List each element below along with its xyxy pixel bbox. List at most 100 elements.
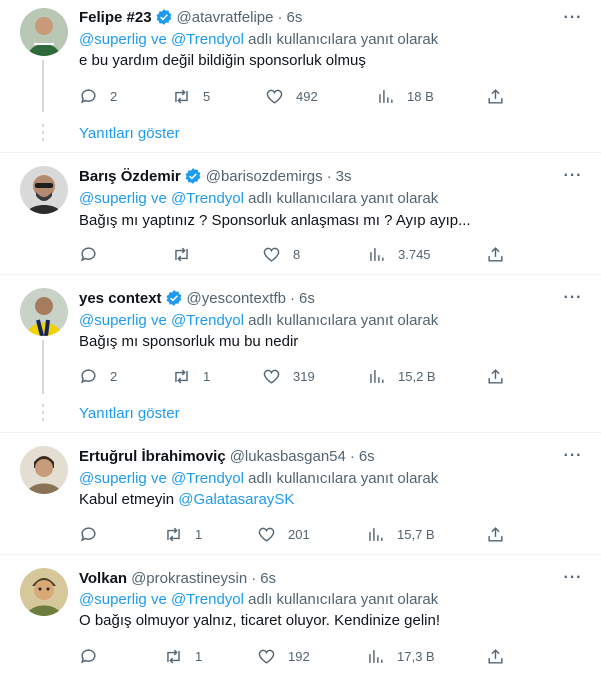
like-button[interactable]: 492	[265, 86, 318, 106]
reply-button[interactable]	[79, 646, 110, 666]
avatar[interactable]	[20, 446, 68, 494]
tweet-text: O bağış olmuyor yalnız, ticaret oluyor. …	[79, 612, 441, 629]
mention-link[interactable]: @superlig	[79, 31, 147, 48]
views-chart-icon	[379, 89, 393, 103]
display-name[interactable]: Barış Özdemir	[79, 168, 181, 185]
share-button[interactable]	[486, 524, 505, 544]
retweet-icon	[167, 649, 180, 663]
views-button[interactable]: 15,2 B	[367, 366, 436, 386]
reply-button[interactable]: 2	[79, 366, 117, 386]
views-count: 15,7 B	[397, 526, 435, 542]
mention-link[interactable]: @Trendyol	[171, 31, 244, 48]
retweet-button[interactable]: 1	[164, 524, 202, 544]
retweet-button[interactable]: 1	[172, 366, 210, 386]
show-replies-link[interactable]: Yanıtları göster	[79, 125, 180, 142]
share-icon	[488, 526, 503, 542]
more-options-icon[interactable]: ···	[563, 446, 583, 466]
tweet-header: yes context @yescontextfb · 6s	[79, 288, 315, 308]
mention-link[interactable]: @superlig	[79, 470, 147, 487]
show-replies-link[interactable]: Yanıtları göster	[79, 405, 180, 422]
views-chart-icon	[369, 649, 383, 663]
views-button[interactable]: 17,3 B	[366, 646, 435, 666]
tweet-5[interactable]: Volkan @prokrastineysin · 6s ··· @superl…	[0, 555, 601, 689]
reply-button[interactable]	[79, 524, 110, 544]
like-button[interactable]: 319	[262, 366, 315, 386]
like-button[interactable]: 192	[257, 646, 310, 666]
display-name[interactable]: Felipe #23	[79, 9, 152, 26]
avatar[interactable]	[20, 166, 68, 214]
retweet-icon	[167, 527, 180, 541]
like-count: 492	[296, 88, 318, 104]
mention-joiner: ve	[150, 190, 167, 207]
mention-link[interactable]: @Trendyol	[171, 312, 244, 329]
views-button[interactable]: 3.745	[367, 244, 431, 264]
share-button[interactable]	[486, 646, 505, 666]
more-options-icon[interactable]: ···	[563, 8, 583, 28]
mention-joiner: ve	[150, 591, 167, 608]
mention-link[interactable]: @superlig	[79, 190, 147, 207]
mention-link[interactable]: @superlig	[79, 591, 147, 608]
dot-separator: ·	[251, 569, 257, 587]
action-bar: 2 5 492 18 B	[79, 86, 509, 106]
mention-link[interactable]: @superlig	[79, 312, 147, 329]
like-button[interactable]: 8	[262, 244, 300, 264]
reply-count: 2	[110, 88, 118, 104]
user-handle[interactable]: @atavratfelipe	[177, 9, 274, 26]
user-handle[interactable]: @prokrastineysin	[131, 570, 247, 587]
share-icon	[488, 246, 503, 262]
timestamp[interactable]: 3s	[336, 168, 352, 185]
views-button[interactable]: 15,7 B	[366, 524, 435, 544]
more-options-icon[interactable]: ···	[563, 568, 583, 588]
timestamp[interactable]: 6s	[260, 570, 276, 587]
display-name[interactable]: Ertuğrul İbrahimoviç	[79, 448, 226, 465]
reply-button[interactable]	[79, 244, 110, 264]
action-bar: 1 201 15,7 B	[79, 524, 509, 544]
action-bar: 2 1 319 15,2 B	[79, 366, 509, 386]
replying-suffix: adlı kullanıcılara yanıt olarak	[248, 190, 439, 207]
tweet-1[interactable]: Felipe #23 @atavratfelipe · 6s ··· @supe…	[0, 0, 601, 112]
tweet-4[interactable]: Ertuğrul İbrahimoviç @lukasbasgan54 · 6s…	[0, 433, 601, 554]
avatar[interactable]	[20, 8, 68, 56]
more-options-icon[interactable]: ···	[563, 166, 583, 186]
more-options-icon[interactable]: ···	[563, 288, 583, 308]
like-button[interactable]: 201	[257, 524, 310, 544]
thread-line	[42, 60, 44, 112]
user-handle[interactable]: @lukasbasgan54	[230, 448, 346, 465]
verified-badge-icon	[166, 290, 181, 306]
views-count: 18 B	[407, 88, 434, 104]
user-handle[interactable]: @yescontextfb	[187, 290, 286, 307]
heart-icon	[266, 89, 283, 104]
retweet-button[interactable]	[172, 244, 203, 264]
reply-button[interactable]: 2	[79, 86, 117, 106]
share-button[interactable]	[486, 86, 505, 106]
display-name[interactable]: yes context	[79, 290, 162, 307]
tweet-2[interactable]: Barış Özdemir @barisozdemirgs · 3s ··· @…	[0, 153, 601, 274]
timestamp[interactable]: 6s	[287, 9, 303, 26]
mention-link[interactable]: @Trendyol	[171, 190, 244, 207]
retweet-count: 5	[203, 88, 211, 104]
timestamp[interactable]: 6s	[359, 448, 375, 465]
display-name[interactable]: Volkan	[79, 570, 127, 587]
retweet-button[interactable]: 5	[172, 86, 210, 106]
avatar[interactable]	[20, 568, 68, 616]
mention-link[interactable]: @GalatasaraySK	[178, 491, 294, 508]
share-icon	[488, 88, 503, 104]
views-button[interactable]: 18 B	[376, 86, 434, 106]
retweet-button[interactable]: 1	[164, 646, 202, 666]
user-handle[interactable]: @barisozdemirgs	[206, 168, 323, 185]
avatar[interactable]	[20, 288, 68, 336]
like-count: 8	[293, 246, 301, 262]
views-count: 3.745	[398, 246, 431, 262]
views-chart-icon	[369, 527, 383, 541]
mention-link[interactable]: @Trendyol	[171, 470, 244, 487]
replying-suffix: adlı kullanıcılara yanıt olarak	[248, 312, 439, 329]
mention-joiner: ve	[150, 470, 167, 487]
mention-link[interactable]: @Trendyol	[171, 591, 244, 608]
heart-icon	[263, 247, 280, 262]
share-button[interactable]	[486, 366, 505, 386]
verified-badge-icon	[156, 9, 171, 25]
retweet-icon	[175, 89, 188, 103]
replying-suffix: adlı kullanıcılara yanıt olarak	[248, 470, 439, 487]
share-button[interactable]	[486, 244, 505, 264]
timestamp[interactable]: 6s	[299, 290, 315, 307]
